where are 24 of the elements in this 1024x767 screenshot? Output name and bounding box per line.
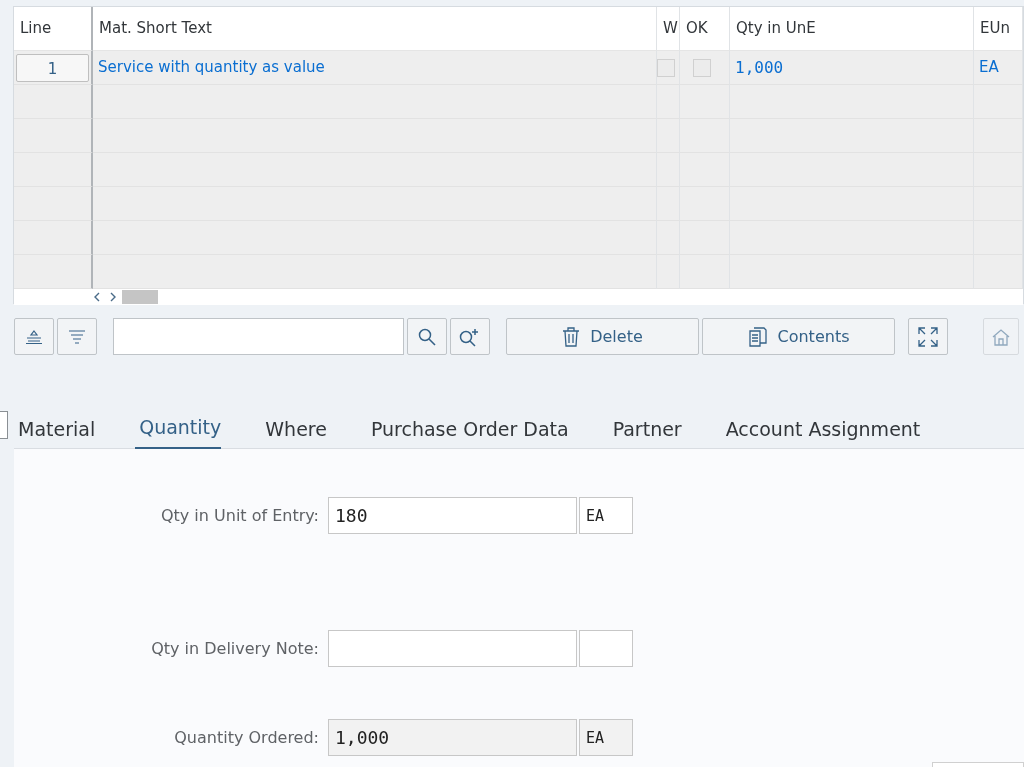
tab[interactable]: Purchase Order Data [366,408,569,449]
column-header: Qty in UnE [730,7,974,51]
column-header: Line [14,7,93,51]
column-header: OK [680,7,730,51]
tab[interactable]: Where [261,408,327,449]
column-header: EUn [974,7,1023,51]
unit-field[interactable]: EA [579,497,633,534]
tab[interactable]: Partner [608,408,682,449]
table-cell: EA [974,51,1023,85]
contents-button[interactable]: Contents [702,318,895,355]
column-header: W [657,7,680,51]
input-field[interactable]: 180 [328,497,577,534]
field-label: Quantity Ordered: [173,726,320,749]
table-cell: Service with quantity as value [93,51,657,85]
tab[interactable]: Account Assignment [721,408,921,449]
column-header: Mat. Short Text [93,7,657,51]
delete-button[interactable]: Delete [506,318,699,355]
field-label: Qty in Unit of Entry: [159,504,320,527]
field-label: Qty in Delivery Note: [150,637,320,660]
table-cell: 1,000 [730,51,974,85]
tab[interactable]: Material [14,408,96,449]
row-number-button[interactable]: 1 [16,53,89,82]
unit-field[interactable]: EA [579,719,633,756]
input-field[interactable]: 1,000 [328,719,577,756]
